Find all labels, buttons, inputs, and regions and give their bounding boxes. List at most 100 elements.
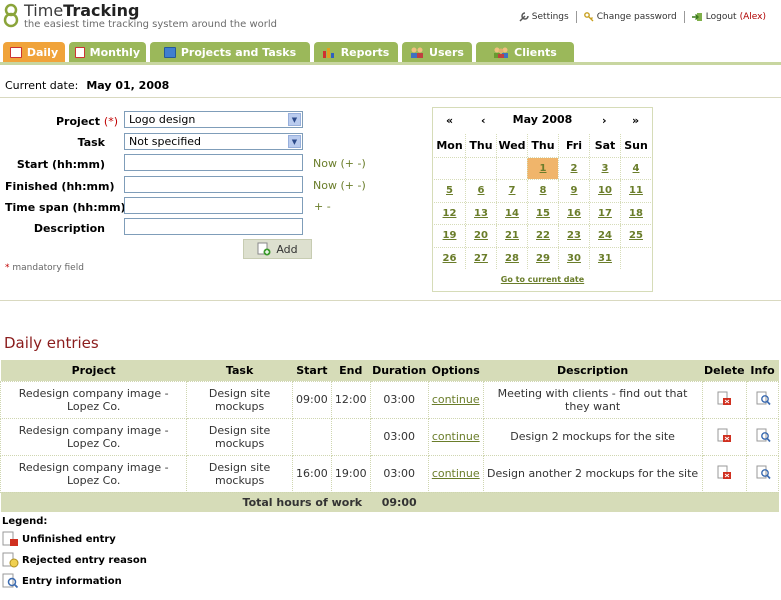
delete-entry-icon[interactable] [716,428,732,443]
calendar-day[interactable]: 13 [465,202,496,224]
timespan-input[interactable] [124,197,303,214]
change-password-link[interactable]: Change password [577,12,684,22]
calendar-day[interactable]: 11 [620,180,651,202]
total-value: 09:00 [370,492,429,512]
continue-link[interactable]: continue [427,454,484,493]
current-user: Alex [743,12,763,22]
calendar-week-row: 19 20 21 22 23 24 25 [434,224,651,247]
calendar-next-year[interactable]: » [632,114,639,127]
finished-input[interactable] [124,176,303,193]
timespan-plus-minus[interactable]: + - [314,200,331,213]
calendar-weekday-row: Mon Thu Wed Thu Fri Sat Sun [434,134,651,157]
finished-now: Now (+ -) [313,179,366,192]
calendar-day[interactable]: 28 [496,247,527,269]
description-label: Description [33,222,105,235]
calendar-day[interactable]: 26 [434,248,465,270]
tab-daily[interactable]: Daily [3,42,65,62]
entry-info-icon[interactable] [755,391,771,406]
go-to-current-date-link[interactable]: Go to current date [433,275,652,284]
calendar-weekday: Sun [620,134,651,157]
tab-reports[interactable]: Reports [314,42,398,62]
calendar-day[interactable]: 4 [620,157,651,179]
calendar-day[interactable]: 30 [558,247,589,269]
tab-monthly[interactable]: Monthly [69,42,146,62]
calendar-day[interactable]: 5 [434,180,465,202]
calendar-day[interactable]: 29 [527,247,558,269]
info-cell [746,454,779,493]
calendar-day[interactable]: 15 [527,202,558,224]
calendar-day[interactable]: 1 [527,157,558,179]
add-button[interactable]: Add [243,239,312,259]
entry-info-icon[interactable] [755,465,771,480]
calendar-day[interactable]: 20 [465,225,496,247]
entry-task: Design site mockups [186,380,293,419]
start-input[interactable] [124,154,303,171]
app-title: TimeTracking [24,1,140,20]
calendar-empty-cell [620,247,651,269]
mandatory-note: * mandatory field [5,263,84,273]
calendar-day[interactable]: 10 [589,180,620,202]
calendar-day[interactable]: 7 [496,180,527,202]
entry-end: 12:00 [330,380,371,419]
delete-entry-icon[interactable] [716,465,732,480]
calendar-day[interactable]: 24 [589,225,620,247]
table-row: Redesign company image - Lopez Co. Design… [0,417,779,456]
continue-link[interactable]: continue [427,380,484,419]
finished-now-link[interactable]: Now [313,179,337,192]
entry-project: Redesign company image - Lopez Co. [0,454,188,493]
calendar-day[interactable]: 8 [527,180,558,202]
info-cell [746,380,779,419]
entry-info-icon[interactable] [755,428,771,443]
tab-clients[interactable]: Clients [476,42,574,62]
calendar-day[interactable]: 22 [527,225,558,247]
calendar-next-month[interactable]: › [602,114,607,127]
col-info: Info [746,360,779,381]
calendar-day[interactable]: 31 [589,247,620,269]
calendar-day[interactable]: 19 [434,225,465,247]
tab-projects-and-tasks[interactable]: Projects and Tasks [150,42,310,62]
legend-title: Legend: [2,516,48,527]
legend-unfinished: Unfinished entry [2,531,116,547]
continue-link[interactable]: continue [427,417,484,456]
description-input[interactable] [124,218,303,235]
calendar-grid: Mon Thu Wed Thu Fri Sat Sun 1 2 3 4 5 6 7 8 9 10 11 12 13 14… [434,134,651,269]
total-label: Total hours of work [0,492,371,512]
calendar-header: « ‹ May 2008 › » [433,108,652,132]
col-start: Start [292,360,332,381]
project-select[interactable]: Logo design ▼ [124,111,303,128]
calendar-day[interactable]: 21 [496,225,527,247]
delete-entry-icon[interactable] [716,391,732,406]
calendar-day[interactable]: 18 [620,202,651,224]
calendar-day[interactable]: 3 [589,157,620,179]
calendar-day[interactable]: 25 [620,225,651,247]
entry-duration: 03:00 [369,417,429,456]
col-end: End [331,360,371,381]
col-delete: Delete [702,360,747,381]
chevron-down-icon: ▼ [288,113,301,126]
calendar-day[interactable]: 23 [558,225,589,247]
start-now-link[interactable]: Now [313,157,337,170]
finished-plus-minus[interactable]: (+ -) [340,179,365,192]
calendar-day[interactable]: 12 [434,203,465,225]
settings-link[interactable]: Settings [512,12,576,22]
calendar-day[interactable]: 6 [465,180,496,202]
app-tagline: the easiest time tracking system around … [24,19,277,30]
calendar-day[interactable]: 9 [558,180,589,202]
calendar-day[interactable]: 16 [558,202,589,224]
calendar-day[interactable]: 27 [465,247,496,269]
task-select[interactable]: Not specified ▼ [124,133,303,150]
calendar-weekday: Wed [496,134,527,157]
logout-link[interactable]: Logout (Alex) [685,12,773,22]
start-plus-minus[interactable]: (+ -) [340,157,365,170]
legend-info: Entry information [2,573,122,589]
calendar-week-row: 26 27 28 29 30 31 [434,246,651,270]
calendar-weekday: Thu [527,134,558,157]
delete-cell [701,380,748,419]
calendar-day[interactable]: 2 [558,157,589,179]
entry-end [330,417,371,456]
entry-duration: 03:00 [369,380,429,419]
calendar-day[interactable]: 14 [496,202,527,224]
tab-users[interactable]: Users [402,42,472,62]
calendar-day[interactable]: 17 [589,202,620,224]
project-label: Project (*) [56,115,118,128]
